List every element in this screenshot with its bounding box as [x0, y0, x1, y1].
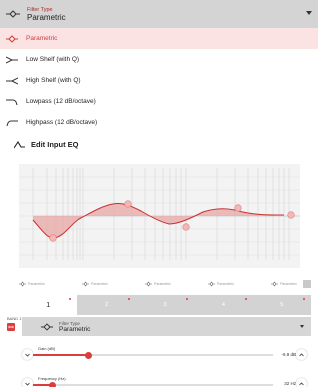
parametric-icon — [19, 281, 26, 287]
eq-curve-icon — [14, 140, 25, 148]
band-more-button[interactable] — [303, 280, 311, 288]
gain-slider-fill — [33, 354, 89, 356]
band-active-dot — [303, 298, 306, 300]
band-chip-label: Parametric — [28, 282, 45, 286]
chevron-down-icon — [25, 382, 30, 386]
band-chip-label: Parametric — [154, 282, 171, 286]
eq-graph-svg — [19, 168, 300, 260]
filter-type-menu: Parametric Low Shelf (with Q) High Shelf… — [0, 28, 318, 133]
filter-select-value: Parametric — [59, 325, 91, 333]
tab-label: 1 — [46, 301, 51, 309]
high-shelf-icon — [6, 76, 18, 86]
lowpass-icon — [6, 97, 18, 107]
band-active-dot — [69, 298, 72, 300]
filter-type-dropdown[interactable]: Filter Type Parametric — [0, 0, 318, 28]
tab-band-4[interactable]: 4 — [194, 295, 253, 315]
menu-item-label: Highpass (12 dB/octave) — [26, 119, 98, 126]
band-chip-5[interactable]: Parametric — [271, 281, 297, 287]
menu-item-label: Lowpass (12 dB/octave) — [26, 98, 96, 105]
band-2-handle[interactable] — [124, 200, 132, 208]
band-chip-4[interactable]: Parametric — [208, 281, 234, 287]
band-power-button[interactable] — [7, 323, 15, 331]
parametric-icon — [6, 7, 20, 21]
caret-down-icon — [300, 325, 304, 328]
band-chip-3[interactable]: Parametric — [145, 281, 171, 287]
menu-item-high-shelf[interactable]: High Shelf (with Q) — [0, 70, 318, 91]
band-chip-1[interactable]: Parametric — [19, 281, 45, 287]
gain-expand-button[interactable] — [296, 349, 307, 360]
band-chip-label: Parametric — [217, 282, 234, 286]
band-tabs: 1 2 3 4 5 — [19, 295, 312, 315]
band-3-handle[interactable] — [182, 223, 190, 231]
tab-band-1[interactable]: 1 — [19, 295, 78, 315]
tab-band-5[interactable]: 5 — [252, 295, 312, 315]
parametric-icon — [82, 281, 90, 287]
parametric-icon — [6, 34, 18, 44]
band-active-dot — [186, 298, 189, 300]
menu-item-highpass[interactable]: Highpass (12 dB/octave) — [0, 112, 318, 133]
menu-item-lowpass[interactable]: Lowpass (12 dB/octave) — [0, 91, 318, 112]
band-legend: Parametric Parametric Parametric Paramet… — [19, 278, 315, 290]
chevron-down-icon — [25, 353, 30, 357]
menu-item-label: Low Shelf (with Q) — [26, 56, 80, 63]
gain-slider[interactable] — [33, 351, 273, 359]
power-icon — [8, 325, 14, 329]
frequency-expand-button[interactable] — [296, 378, 307, 387]
frequency-slider[interactable] — [33, 381, 273, 387]
parametric-icon — [271, 281, 279, 287]
band-active-dot — [127, 298, 130, 300]
low-shelf-icon — [6, 55, 18, 65]
band-chip-label: Parametric — [91, 282, 108, 286]
frequency-collapse-button[interactable] — [22, 378, 33, 387]
band-5-handle[interactable] — [287, 211, 295, 219]
highpass-icon — [6, 118, 18, 128]
chevron-up-icon — [299, 352, 304, 356]
frequency-readout: 32 Hz — [284, 381, 296, 386]
parametric-icon — [41, 322, 53, 332]
gain-label: Gain (dB) — [38, 346, 56, 351]
gain-slider-thumb[interactable] — [84, 351, 92, 359]
tab-label: 2 — [105, 302, 109, 308]
frequency-slider-thumb[interactable] — [48, 381, 56, 387]
menu-item-low-shelf[interactable]: Low Shelf (with Q) — [0, 49, 318, 70]
tab-band-3[interactable]: 3 — [135, 295, 195, 315]
tab-label: 3 — [163, 302, 167, 308]
eq-graph[interactable] — [19, 164, 300, 268]
parametric-icon — [208, 281, 216, 287]
band-chip-2[interactable]: Parametric — [82, 281, 108, 287]
section-title: Edit Input EQ — [14, 140, 79, 149]
band-active-dot — [244, 298, 247, 300]
tab-label: 4 — [221, 302, 225, 308]
band-chip-label: Parametric — [280, 282, 297, 286]
band-label: BAND 1 — [7, 316, 22, 321]
tab-band-2[interactable]: 2 — [77, 295, 136, 315]
chevron-up-icon — [299, 381, 304, 385]
parametric-icon — [145, 281, 153, 287]
band-1-handle[interactable] — [49, 234, 57, 242]
frequency-label: Frequency (Hz) — [38, 376, 66, 381]
band-filter-type-select[interactable]: Filter Type Parametric — [22, 317, 311, 336]
gain-collapse-button[interactable] — [22, 349, 33, 360]
menu-item-parametric[interactable]: Parametric — [0, 28, 318, 49]
gain-readout: -6.9 dB — [281, 352, 296, 357]
tab-label: 5 — [280, 302, 284, 308]
band-4-handle[interactable] — [234, 204, 242, 212]
dropdown-value: Parametric — [27, 12, 66, 22]
menu-item-label: Parametric — [26, 35, 58, 42]
caret-down-icon — [306, 11, 312, 15]
menu-item-label: High Shelf (with Q) — [26, 77, 81, 84]
section-title-text: Edit Input EQ — [31, 140, 79, 149]
